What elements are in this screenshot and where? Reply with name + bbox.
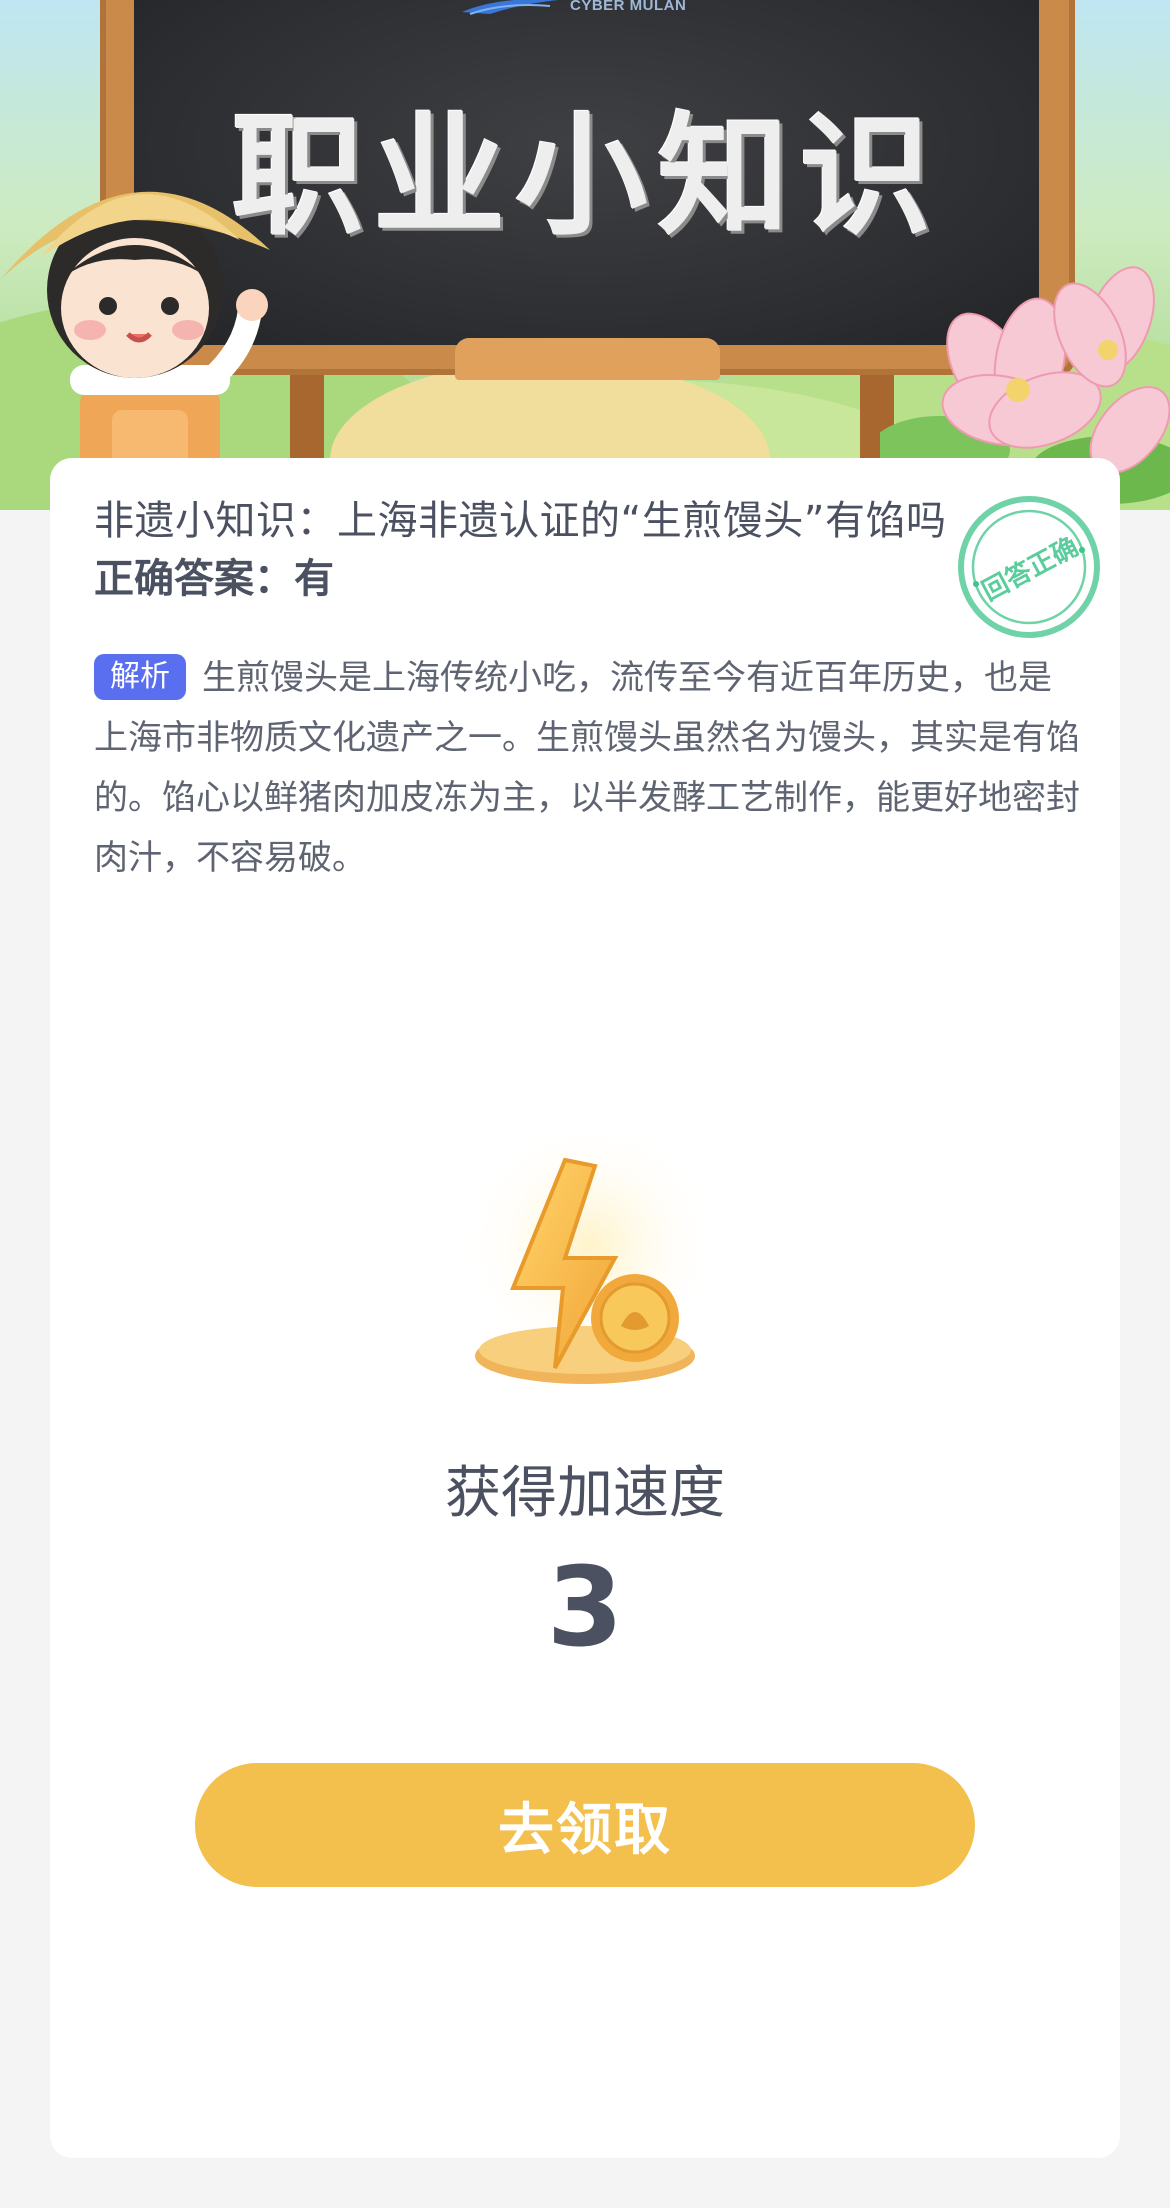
reward-value: 3	[546, 1543, 624, 1671]
brand-text: CYBER MULAN	[570, 0, 687, 14]
result-card: 非遗小知识：上海非遗认证的“生煎馒头”有馅吗 正确答案：有 回答正确 解析 生煎馒…	[50, 458, 1120, 2158]
analysis-text: 生煎馒头是上海传统小吃，流传至今有近百年历史，也是上海市非物质文化遗产之一。生煎…	[94, 658, 1080, 878]
analysis-tag: 解析	[94, 654, 186, 700]
stamp-text: 回答正确	[977, 531, 1083, 607]
question-text: 非遗小知识：上海非遗认证的“生煎馒头”有馅吗	[94, 498, 947, 544]
header-banner: CYBER MULAN 职业小知识	[0, 0, 1170, 510]
claim-button[interactable]: 去领取	[195, 1763, 975, 1887]
lightning-coin-icon	[460, 1138, 720, 1388]
brand-swoosh-icon	[462, 0, 558, 15]
brand-logo: CYBER MULAN	[460, 0, 686, 16]
page: CYBER MULAN 职业小知识 非遗小知识：上海非遗认证的“生煎馒头”有馅吗…	[0, 0, 1170, 2208]
mascot-girl-illustration	[0, 191, 270, 490]
correct-answer: 正确答案：有	[94, 546, 334, 604]
correct-stamp-icon: 回答正确	[958, 496, 1100, 638]
chalk-tray	[455, 338, 720, 380]
answer-value: 有	[294, 556, 334, 602]
reward-label: 获得加速度	[445, 1461, 725, 1526]
analysis-paragraph: 解析 生煎馒头是上海传统小吃，流传至今有近百年历史，也是上海市非物质文化遗产之一。…	[94, 648, 1084, 888]
answer-label: 正确答案：	[94, 556, 294, 602]
